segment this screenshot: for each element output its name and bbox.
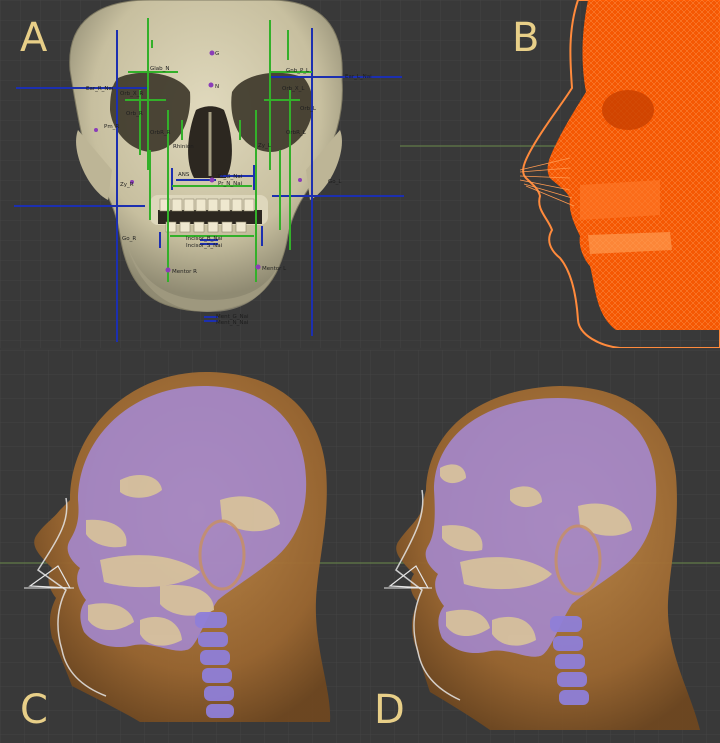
panel-c-skull-in-head: C bbox=[0, 350, 370, 743]
label-orb-r-l: OrbR_L bbox=[286, 130, 307, 136]
label-ear-l: Ear_L_Nai bbox=[345, 74, 372, 80]
label-go-l: Go_L bbox=[328, 179, 342, 185]
label-go-r: Go_R bbox=[122, 236, 136, 242]
label-zy-r: Zy_R bbox=[120, 182, 134, 188]
label-orb-r: Orb_R bbox=[126, 111, 143, 117]
label-g: G bbox=[215, 51, 219, 57]
label-pr-l: Pr_N_Nai bbox=[218, 181, 243, 187]
label-ans: ANS bbox=[178, 172, 190, 178]
label-ment-n: Ment_N_Nai bbox=[216, 320, 249, 326]
panel-b-soft-tissue-mesh: B bbox=[420, 0, 720, 348]
label-n: N bbox=[215, 84, 219, 90]
panel-a-viewport: G Glab_N Gnb_P_L Ear_R_Nai Ear_L_Nai Orb… bbox=[0, 0, 420, 348]
label-inc2: Incisor_S_Nai bbox=[186, 243, 223, 249]
label-orb-l: Orb_L bbox=[300, 106, 317, 112]
panel-label-d: D bbox=[374, 687, 405, 733]
panel-d-viewport bbox=[370, 350, 720, 743]
label-orb-x-l: Orb_X_L bbox=[282, 86, 305, 92]
label-prn: Pm_R bbox=[104, 124, 119, 130]
panel-c-viewport bbox=[0, 350, 370, 743]
label-glab-n: Glab_N bbox=[150, 66, 170, 72]
label-rhine: Rhinion bbox=[173, 144, 194, 150]
label-orb-x-r: Orb_X_R bbox=[120, 91, 143, 97]
label-ment-l: Mentor L bbox=[262, 266, 287, 272]
panel-label-a: A bbox=[20, 15, 48, 61]
figure: G Glab_N Gnb_P_L Ear_R_Nai Ear_L_Nai Orb… bbox=[0, 0, 720, 743]
panel-a-frontal-skull: G Glab_N Gnb_P_L Ear_R_Nai Ear_L_Nai Orb… bbox=[0, 0, 420, 348]
label-orb-r-r: OrbR_R bbox=[150, 130, 171, 136]
panel-label-b: B bbox=[512, 15, 540, 61]
label-pr-r: Pr_G_Nai bbox=[218, 174, 243, 180]
label-ear-r: Ear_R_Nai bbox=[86, 86, 114, 92]
panel-b-viewport bbox=[420, 0, 720, 348]
label-glab-tfl: Gnb_P_L bbox=[286, 68, 310, 74]
panel-d-skull-in-head: D bbox=[370, 350, 720, 743]
label-ment-r: Mentor R bbox=[172, 269, 197, 275]
label-inc: Incisor_B_Nai bbox=[186, 236, 223, 242]
label-zy-l: Zy_L bbox=[258, 143, 272, 149]
panel-label-c: C bbox=[20, 687, 48, 733]
